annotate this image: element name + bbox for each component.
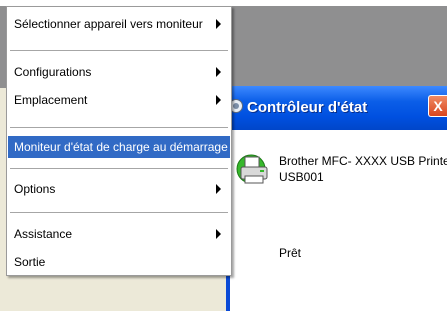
menu-item-label: Sortie xyxy=(14,255,46,269)
menu-item-label: Assistance xyxy=(14,227,73,241)
menu-item-load-monitor-startup[interactable]: Moniteur d'état de charge au démarrage xyxy=(8,136,230,158)
submenu-arrow-icon xyxy=(216,67,221,77)
menu-item-configurations[interactable]: Configurations xyxy=(8,61,230,83)
window-title: Contrôleur d'état xyxy=(247,99,368,116)
menu-item-label: Options xyxy=(14,182,56,196)
context-menu: Sélectionner appareil vers moniteur Conf… xyxy=(6,6,232,276)
menu-item-exit[interactable]: Sortie xyxy=(8,251,230,273)
menu-item-assistance[interactable]: Assistance xyxy=(8,223,230,245)
menu-separator xyxy=(10,127,228,128)
menu-item-select-device[interactable]: Sélectionner appareil vers moniteur xyxy=(8,13,230,35)
printer-status: Prêt xyxy=(279,246,302,260)
menu-item-label: Sélectionner appareil vers moniteur xyxy=(14,17,203,31)
title-bar[interactable]: Contrôleur d'état X xyxy=(226,86,447,130)
status-monitor-window: Contrôleur d'état X Brother MFC- XXXX US… xyxy=(226,86,447,311)
port-name: USB001 xyxy=(279,170,324,184)
menu-separator xyxy=(10,212,228,213)
menu-separator xyxy=(10,168,228,169)
menu-item-label: Moniteur d'état de charge au démarrage xyxy=(14,140,228,154)
menu-separator xyxy=(10,50,228,51)
menu-item-label: Emplacement xyxy=(14,93,88,107)
close-button[interactable]: X xyxy=(428,95,447,117)
menu-item-options[interactable]: Options xyxy=(8,178,230,200)
submenu-arrow-icon xyxy=(216,184,221,194)
menu-item-label: Configurations xyxy=(14,65,92,79)
submenu-arrow-icon xyxy=(216,19,221,29)
printer-ready-icon xyxy=(236,154,268,184)
status-client-area: Brother MFC- XXXX USB Printer USB001 Prê… xyxy=(230,130,447,311)
submenu-arrow-icon xyxy=(216,95,221,105)
menu-item-location[interactable]: Emplacement xyxy=(8,89,230,111)
device-name: Brother MFC- XXXX USB Printer xyxy=(279,154,447,168)
submenu-arrow-icon xyxy=(216,229,221,239)
